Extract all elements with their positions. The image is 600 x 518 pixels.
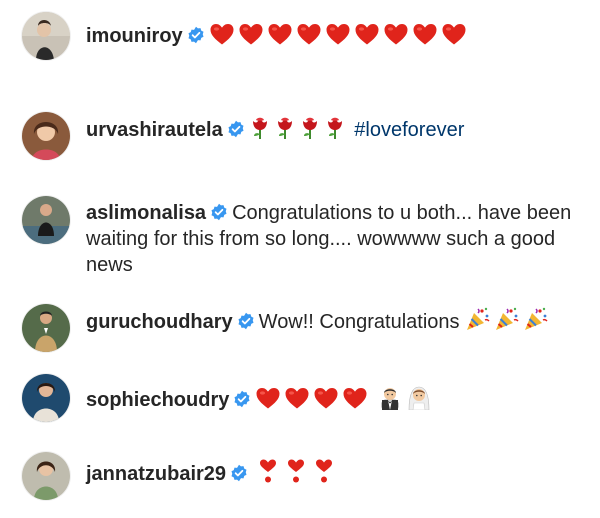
avatar[interactable] xyxy=(22,12,70,60)
red-heart-icon xyxy=(342,386,368,410)
verified-badge-icon xyxy=(233,390,251,408)
comment-item: aslimonalisa Congratulations to u both...… xyxy=(22,196,582,278)
rose-icon xyxy=(249,116,271,140)
comment-item: imouniroy xyxy=(22,12,582,60)
rose-icon xyxy=(324,116,346,140)
red-heart-icon xyxy=(255,386,281,410)
red-heart-icon xyxy=(354,22,380,46)
username[interactable]: sophiechoudry xyxy=(86,389,229,411)
avatar[interactable] xyxy=(22,374,70,422)
avatar[interactable] xyxy=(22,112,70,160)
username[interactable]: guruchoudhary xyxy=(86,311,233,333)
verified-badge-icon xyxy=(187,26,205,44)
verified-badge-icon xyxy=(227,120,245,138)
red-heart-icon xyxy=(296,22,322,46)
heart-exclamation-icon xyxy=(258,458,278,484)
red-heart-icon xyxy=(267,22,293,46)
hashtag-link[interactable]: #loveforever xyxy=(354,119,464,141)
party-popper-icon xyxy=(494,306,520,332)
party-popper-icon xyxy=(523,306,549,332)
heart-exclamation-icon xyxy=(286,458,306,484)
man-in-tuxedo-icon xyxy=(377,384,403,410)
rose-icon xyxy=(299,116,321,140)
comment-item: jannatzubair29 xyxy=(22,452,582,500)
verified-badge-icon xyxy=(237,312,255,330)
avatar[interactable] xyxy=(22,304,70,352)
comment-item: guruchoudhary Wow!! Congratulations xyxy=(22,304,582,352)
username[interactable]: imouniroy xyxy=(86,25,183,47)
username[interactable]: urvashirautela xyxy=(86,119,223,141)
red-heart-icon xyxy=(412,22,438,46)
red-heart-icon xyxy=(209,22,235,46)
username[interactable]: jannatzubair29 xyxy=(86,463,226,485)
verified-badge-icon xyxy=(230,464,248,482)
red-heart-icon xyxy=(284,386,310,410)
comment-item: sophiechoudry xyxy=(22,374,582,422)
red-heart-icon xyxy=(383,22,409,46)
heart-exclamation-icon xyxy=(314,458,334,484)
verified-badge-icon xyxy=(210,203,228,221)
party-popper-icon xyxy=(465,306,491,332)
username[interactable]: aslimonalisa xyxy=(86,202,206,224)
bride-with-veil-icon xyxy=(406,384,432,410)
red-heart-icon xyxy=(325,22,351,46)
comment-text: Wow!! Congratulations xyxy=(258,311,460,333)
avatar[interactable] xyxy=(22,452,70,500)
comment-item: urvashirautela #loveforever xyxy=(22,112,582,160)
red-heart-icon xyxy=(238,22,264,46)
rose-icon xyxy=(274,116,296,140)
emoji-row xyxy=(209,25,470,47)
red-heart-icon xyxy=(313,386,339,410)
avatar[interactable] xyxy=(22,196,70,244)
red-heart-icon xyxy=(441,22,467,46)
